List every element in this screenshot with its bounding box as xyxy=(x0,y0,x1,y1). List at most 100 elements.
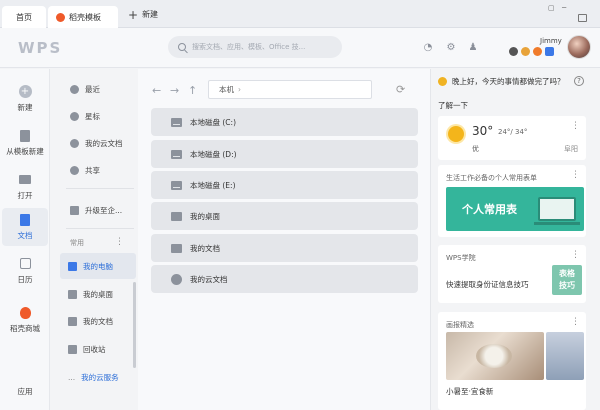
folder-icon xyxy=(19,175,31,184)
nav-item-starred[interactable]: 星标 xyxy=(70,105,142,127)
cloud-icon xyxy=(70,138,79,148)
nav-item-cloud-service[interactable]: ... 我的云服务 xyxy=(68,366,140,388)
docer-logo-icon xyxy=(56,12,65,22)
nav-item-trash[interactable]: 回收站 xyxy=(68,338,140,360)
temperature: 30° xyxy=(472,124,494,138)
nav-item-label: 我的电脑 xyxy=(83,261,113,271)
rail-item-open[interactable]: 打开 xyxy=(2,168,48,206)
rail-item-label: 稻壳商城 xyxy=(10,323,40,333)
vip-badge-icon[interactable] xyxy=(521,47,530,56)
rail-item-label: 新建 xyxy=(17,103,33,112)
forward-arrow-icon[interactable]: → xyxy=(170,84,179,97)
avatar[interactable] xyxy=(567,35,591,59)
file-row-label: 我的桌面 xyxy=(190,211,220,221)
city-name[interactable]: 阜阳 xyxy=(564,144,578,154)
help-icon[interactable]: ? xyxy=(574,76,584,86)
rail-item-apps[interactable]: 应用 xyxy=(2,364,48,402)
tab-home[interactable]: 首页 xyxy=(2,6,46,28)
rail-item-store[interactable]: 稻壳商城 xyxy=(2,301,48,339)
window-pin-icon[interactable]: ▢ xyxy=(548,4,555,12)
template-icon xyxy=(20,129,30,142)
nav-item-my-desktop[interactable]: 我的桌面 xyxy=(68,283,140,305)
rail-item-new[interactable]: + 新建 xyxy=(2,80,48,118)
minimize-icon[interactable]: ─ xyxy=(562,4,566,12)
file-row-drive-e[interactable]: 本地磁盘 (E:) xyxy=(151,171,418,199)
document-icon xyxy=(20,213,30,226)
nav-item-recent[interactable]: 最近 xyxy=(70,78,142,100)
tab-template[interactable]: 稻壳模板 xyxy=(48,6,118,28)
cloud-badge-icon[interactable] xyxy=(545,47,554,56)
more-dots-icon: ... xyxy=(68,372,76,382)
file-row-label: 本地磁盘 (E:) xyxy=(190,180,236,190)
wps-logo: WPS xyxy=(18,39,63,57)
form-template-card[interactable]: 生活工作必备の个人常用表单 ⋮ 个人常用表 xyxy=(438,165,586,237)
new-icon: + xyxy=(18,85,32,98)
new-tab-button[interactable]: + 新建 xyxy=(128,7,158,22)
member-badge-icon[interactable] xyxy=(509,47,518,56)
nav-item-label: 最近 xyxy=(85,84,100,94)
more-options-icon[interactable]: ⋮ xyxy=(571,317,580,327)
screen-icon[interactable] xyxy=(578,14,587,22)
gear-icon[interactable]: ⚙ xyxy=(445,42,457,54)
nav-item-label: 我的云服务 xyxy=(81,372,119,382)
moon-icon xyxy=(438,77,447,86)
nav-item-label: 星标 xyxy=(85,111,100,121)
more-options-icon[interactable]: ⋮ xyxy=(571,121,580,131)
file-row-label: 我的云文档 xyxy=(190,274,228,284)
more-options-icon[interactable]: ⋮ xyxy=(571,250,580,260)
weather-card[interactable]: 30° 24°/ 34° 优 阜阳 ⋮ xyxy=(438,116,586,160)
file-row-documents[interactable]: 我的文档 xyxy=(151,234,418,262)
drive-icon xyxy=(171,117,182,127)
super-badge-icon[interactable] xyxy=(533,47,542,56)
file-row-drive-c[interactable]: 本地磁盘 (C:) xyxy=(151,108,418,136)
file-row-cloud[interactable]: 我的云文档 xyxy=(151,265,418,293)
academy-card[interactable]: WPS学院 ⋮ 快速提取身份证信息技巧 表格 技巧 xyxy=(438,245,586,303)
nav-scrollbar[interactable] xyxy=(133,282,136,368)
nav-item-upgrade[interactable]: 升级至企... xyxy=(70,199,142,221)
store-icon xyxy=(19,306,31,319)
academy-article[interactable]: 快速提取身份证信息技巧 xyxy=(446,279,529,290)
path-breadcrumb[interactable]: 本机 › xyxy=(208,80,372,99)
nav-item-shared[interactable]: 共享 xyxy=(70,159,142,181)
nav-item-my-documents[interactable]: 我的文档 xyxy=(68,310,140,332)
rail-item-label: 文档 xyxy=(17,230,33,240)
rail-item-label: 日历 xyxy=(17,274,33,284)
tab-template-label: 稻壳模板 xyxy=(69,12,101,22)
more-options-icon[interactable]: ⋮ xyxy=(115,237,124,247)
gallery-card[interactable]: 画报精选 ⋮ 小暑至·宜食新 xyxy=(438,312,586,410)
card-title: 画报精选 xyxy=(446,321,474,329)
back-arrow-icon[interactable]: ← xyxy=(152,84,161,97)
desktop-icon xyxy=(171,211,182,221)
headset-icon[interactable]: ◔ xyxy=(422,42,434,54)
sun-icon xyxy=(448,126,464,142)
nav-divider xyxy=(66,228,134,229)
academy-tag: 表格 技巧 xyxy=(552,265,582,295)
username[interactable]: Jimmy xyxy=(540,37,562,45)
shirt-icon[interactable]: ♟ xyxy=(467,42,479,54)
rail-item-template[interactable]: 从模板新建 xyxy=(2,124,48,162)
calendar-icon xyxy=(19,258,31,269)
computer-icon xyxy=(68,261,77,271)
nav-divider xyxy=(66,188,134,189)
plus-icon: + xyxy=(128,7,139,22)
greeting: 晚上好，今天的事情都做完了吗？ xyxy=(438,76,565,87)
card-title: 生活工作必备の个人常用表单 xyxy=(446,174,537,182)
cloud-icon xyxy=(171,273,182,285)
file-row-drive-d[interactable]: 本地磁盘 (D:) xyxy=(151,140,418,168)
refresh-icon[interactable]: ⟳ xyxy=(396,83,405,96)
nav-item-label: 升级至企... xyxy=(85,205,123,215)
form-banner[interactable]: 个人常用表 xyxy=(446,187,584,231)
up-arrow-icon[interactable]: ↑ xyxy=(188,84,197,97)
card-title: WPS学院 xyxy=(446,254,476,262)
city-photo[interactable] xyxy=(546,332,584,380)
rail-item-label: 应用 xyxy=(17,386,33,396)
search-input[interactable]: 搜索文档、应用、模板、Office 技... xyxy=(168,36,342,58)
more-options-icon[interactable]: ⋮ xyxy=(571,170,580,180)
food-photo[interactable] xyxy=(446,332,544,380)
rail-item-calendar[interactable]: 日历 xyxy=(2,252,48,290)
documents-icon xyxy=(68,316,77,326)
nav-item-cloud[interactable]: 我的云文档 xyxy=(70,132,142,154)
nav-item-my-computer[interactable]: 我的电脑 xyxy=(68,255,140,277)
file-row-desktop[interactable]: 我的桌面 xyxy=(151,202,418,230)
rail-item-documents[interactable]: 文档 xyxy=(2,208,48,246)
